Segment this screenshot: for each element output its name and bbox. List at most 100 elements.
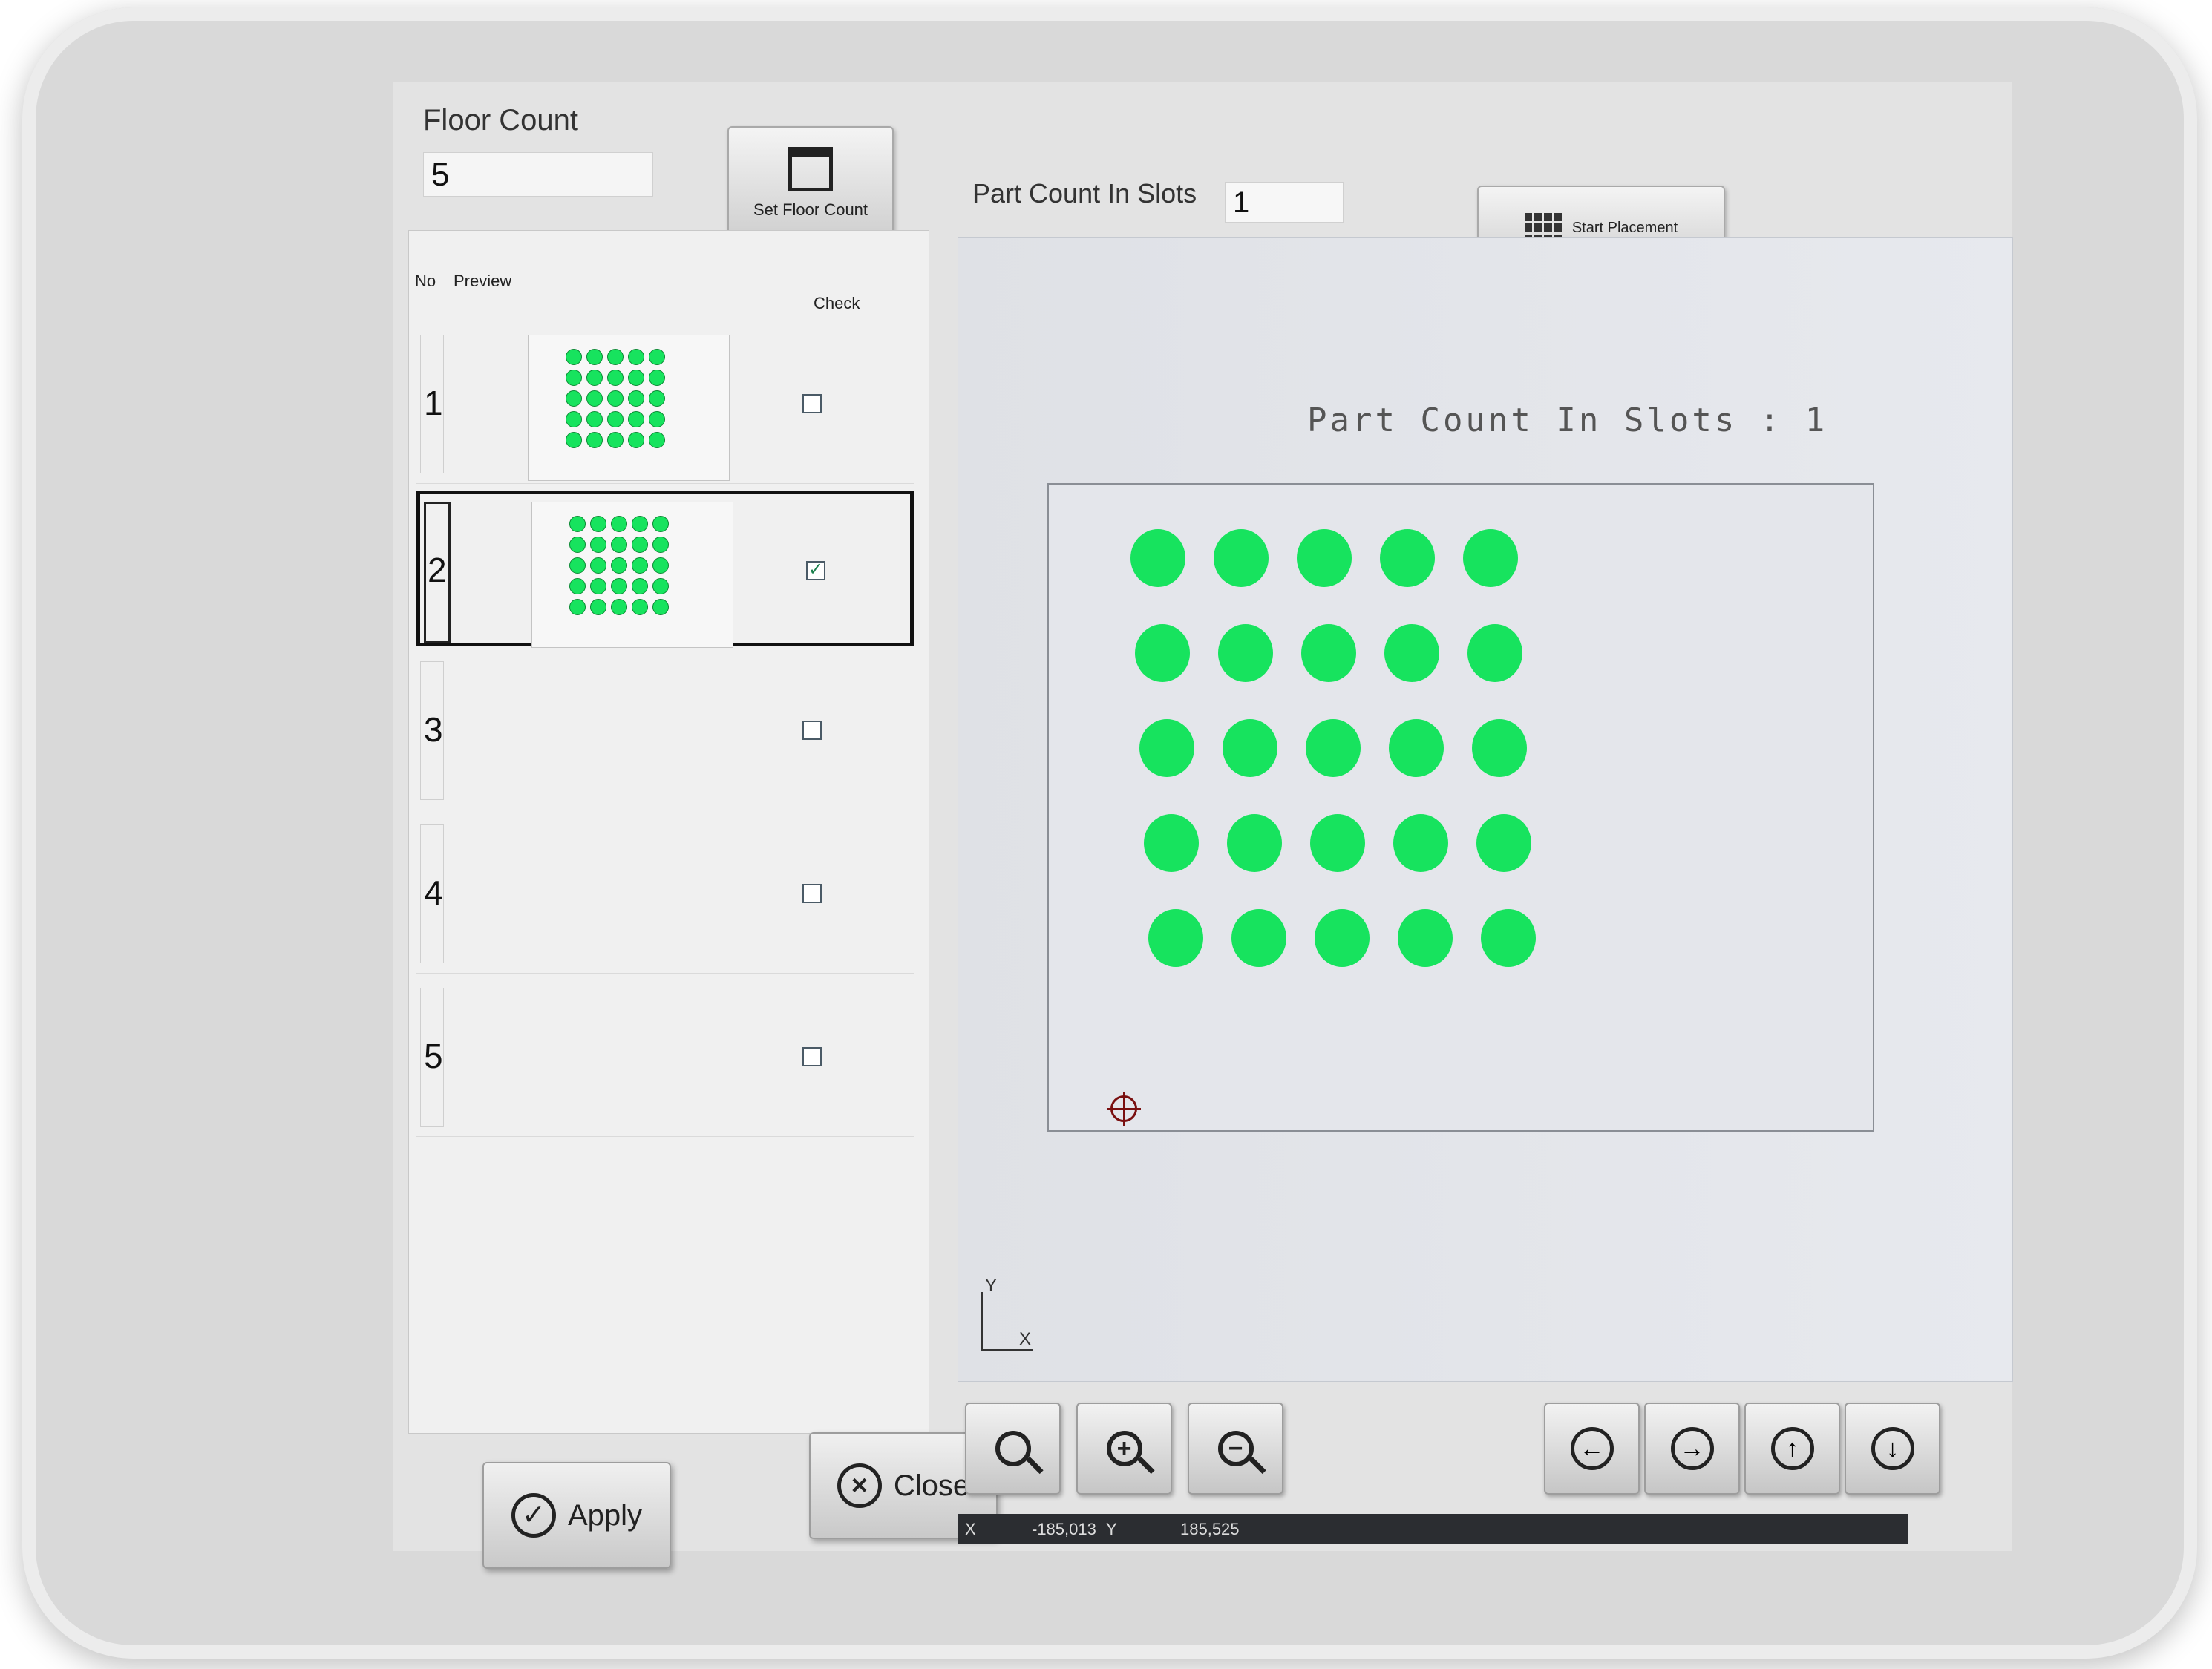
preview-part-dot: [569, 557, 586, 574]
placed-part[interactable]: [1306, 719, 1361, 777]
canvas-title: Part Count In Slots : 1: [1307, 401, 1828, 439]
placed-part[interactable]: [1310, 814, 1365, 872]
placed-part[interactable]: [1472, 719, 1527, 777]
preview-part-dot: [569, 516, 586, 532]
row-checkbox[interactable]: [802, 721, 822, 740]
preview-part-grid: [569, 516, 669, 615]
placed-part[interactable]: [1476, 814, 1531, 872]
placed-part[interactable]: [1227, 814, 1282, 872]
set-floor-count-button[interactable]: Set Floor Count: [727, 126, 894, 240]
status-x-label: X: [965, 1520, 976, 1538]
pan-right-button[interactable]: →: [1644, 1403, 1740, 1495]
header-check: Check: [814, 294, 860, 312]
preview-part-dot: [590, 557, 606, 574]
origin-target-icon: [1107, 1092, 1141, 1126]
zoom-in-icon: +: [1106, 1431, 1142, 1466]
row-checkbox[interactable]: [802, 884, 822, 903]
zoom-out-button[interactable]: −: [1188, 1403, 1283, 1495]
row-checkbox-checked[interactable]: ✓: [806, 561, 825, 580]
placed-part[interactable]: [1223, 719, 1277, 777]
preview-part-dot: [649, 432, 665, 448]
header-preview: Preview: [454, 272, 512, 290]
placed-part[interactable]: [1315, 909, 1370, 967]
floor-panel: Floor Count 5 Set Floor Count No Preview…: [393, 82, 998, 1569]
row-number: 2: [428, 551, 447, 589]
placed-part[interactable]: [1389, 719, 1444, 777]
placed-part[interactable]: [1481, 909, 1536, 967]
placed-part[interactable]: [1398, 909, 1453, 967]
window-icon: [788, 147, 833, 191]
preview-part-dot: [611, 599, 627, 615]
preview-part-dot: [566, 411, 582, 427]
pan-up-button[interactable]: ↑: [1744, 1403, 1840, 1495]
sheet-plate: [1047, 483, 1874, 1132]
floor-row-2[interactable]: 2 ✓: [416, 491, 914, 648]
preview-part-dot: [652, 557, 669, 574]
preview-part-dot: [649, 349, 665, 365]
placed-part[interactable]: [1380, 529, 1435, 587]
header-no: No: [415, 272, 436, 290]
row-checkbox[interactable]: [802, 394, 822, 413]
row-number: 4: [424, 873, 443, 912]
placed-part[interactable]: [1144, 814, 1199, 872]
placed-part[interactable]: [1393, 814, 1448, 872]
placed-part[interactable]: [1148, 909, 1203, 967]
preview-part-dot: [632, 557, 648, 574]
floor-row-3[interactable]: 3: [416, 654, 914, 810]
pan-down-button[interactable]: ↓: [1845, 1403, 1940, 1495]
preview-part-dot: [586, 370, 603, 386]
preview-part-dot: [569, 537, 586, 553]
floor-count-label: Floor Count: [423, 104, 578, 137]
row-number: 5: [424, 1037, 443, 1075]
preview-part-dot: [628, 370, 644, 386]
preview-part-dot: [566, 349, 582, 365]
preview-part-dot: [569, 599, 586, 615]
preview-part-dot: [607, 370, 624, 386]
pan-left-button[interactable]: ←: [1544, 1403, 1640, 1495]
placed-part[interactable]: [1301, 624, 1356, 682]
apply-button[interactable]: ✓ Apply: [482, 1462, 671, 1569]
preview-part-dot: [586, 390, 603, 407]
row-number: 3: [424, 710, 443, 749]
placement-canvas[interactable]: Part Count In Slots : 1 Y X: [958, 237, 2013, 1382]
placed-part[interactable]: [1130, 529, 1185, 587]
preview-part-dot: [632, 537, 648, 553]
placed-part[interactable]: [1463, 529, 1518, 587]
placed-part[interactable]: [1139, 719, 1194, 777]
part-count-input[interactable]: 1: [1225, 182, 1344, 223]
preview-part-dot: [566, 370, 582, 386]
preview-part-dot: [586, 411, 603, 427]
placement-panel: Part Count In Slots 1 Start Placement Pa…: [943, 82, 2013, 1551]
placed-part[interactable]: [1135, 624, 1190, 682]
placed-part[interactable]: [1467, 624, 1522, 682]
close-circle-icon: ×: [837, 1463, 882, 1508]
part-count-label: Part Count In Slots: [972, 178, 1197, 209]
preview-part-dot: [611, 578, 627, 594]
zoom-in-button[interactable]: +: [1076, 1403, 1172, 1495]
floor-count-input[interactable]: 5: [423, 152, 653, 197]
placed-part[interactable]: [1384, 624, 1439, 682]
preview-part-dot: [628, 349, 644, 365]
row-checkbox[interactable]: [802, 1047, 822, 1066]
preview-part-dot: [586, 432, 603, 448]
y-axis-line: [981, 1292, 983, 1351]
status-x-value: -185,013: [1032, 1520, 1096, 1538]
preview-part-dot: [611, 516, 627, 532]
placed-part[interactable]: [1214, 529, 1269, 587]
preview-part-dot: [590, 599, 606, 615]
floor-row-1[interactable]: 1: [416, 327, 914, 484]
zoom-button[interactable]: [965, 1403, 1061, 1495]
floor-list[interactable]: No Preview Check 1 2 ✓ 3 4 5: [408, 230, 929, 1434]
floor-row-5[interactable]: 5: [416, 980, 914, 1137]
placed-part[interactable]: [1297, 529, 1352, 587]
floor-row-4[interactable]: 4: [416, 817, 914, 974]
preview-part-dot: [607, 432, 624, 448]
preview-part-grid: [566, 349, 665, 448]
preview-part-dot: [652, 537, 669, 553]
placed-part[interactable]: [1218, 624, 1273, 682]
row-number: 1: [424, 384, 443, 422]
search-icon: [995, 1431, 1031, 1466]
placed-part[interactable]: [1231, 909, 1286, 967]
preview-part-dot: [611, 537, 627, 553]
start-placement-label: Start Placement: [1571, 219, 1678, 236]
